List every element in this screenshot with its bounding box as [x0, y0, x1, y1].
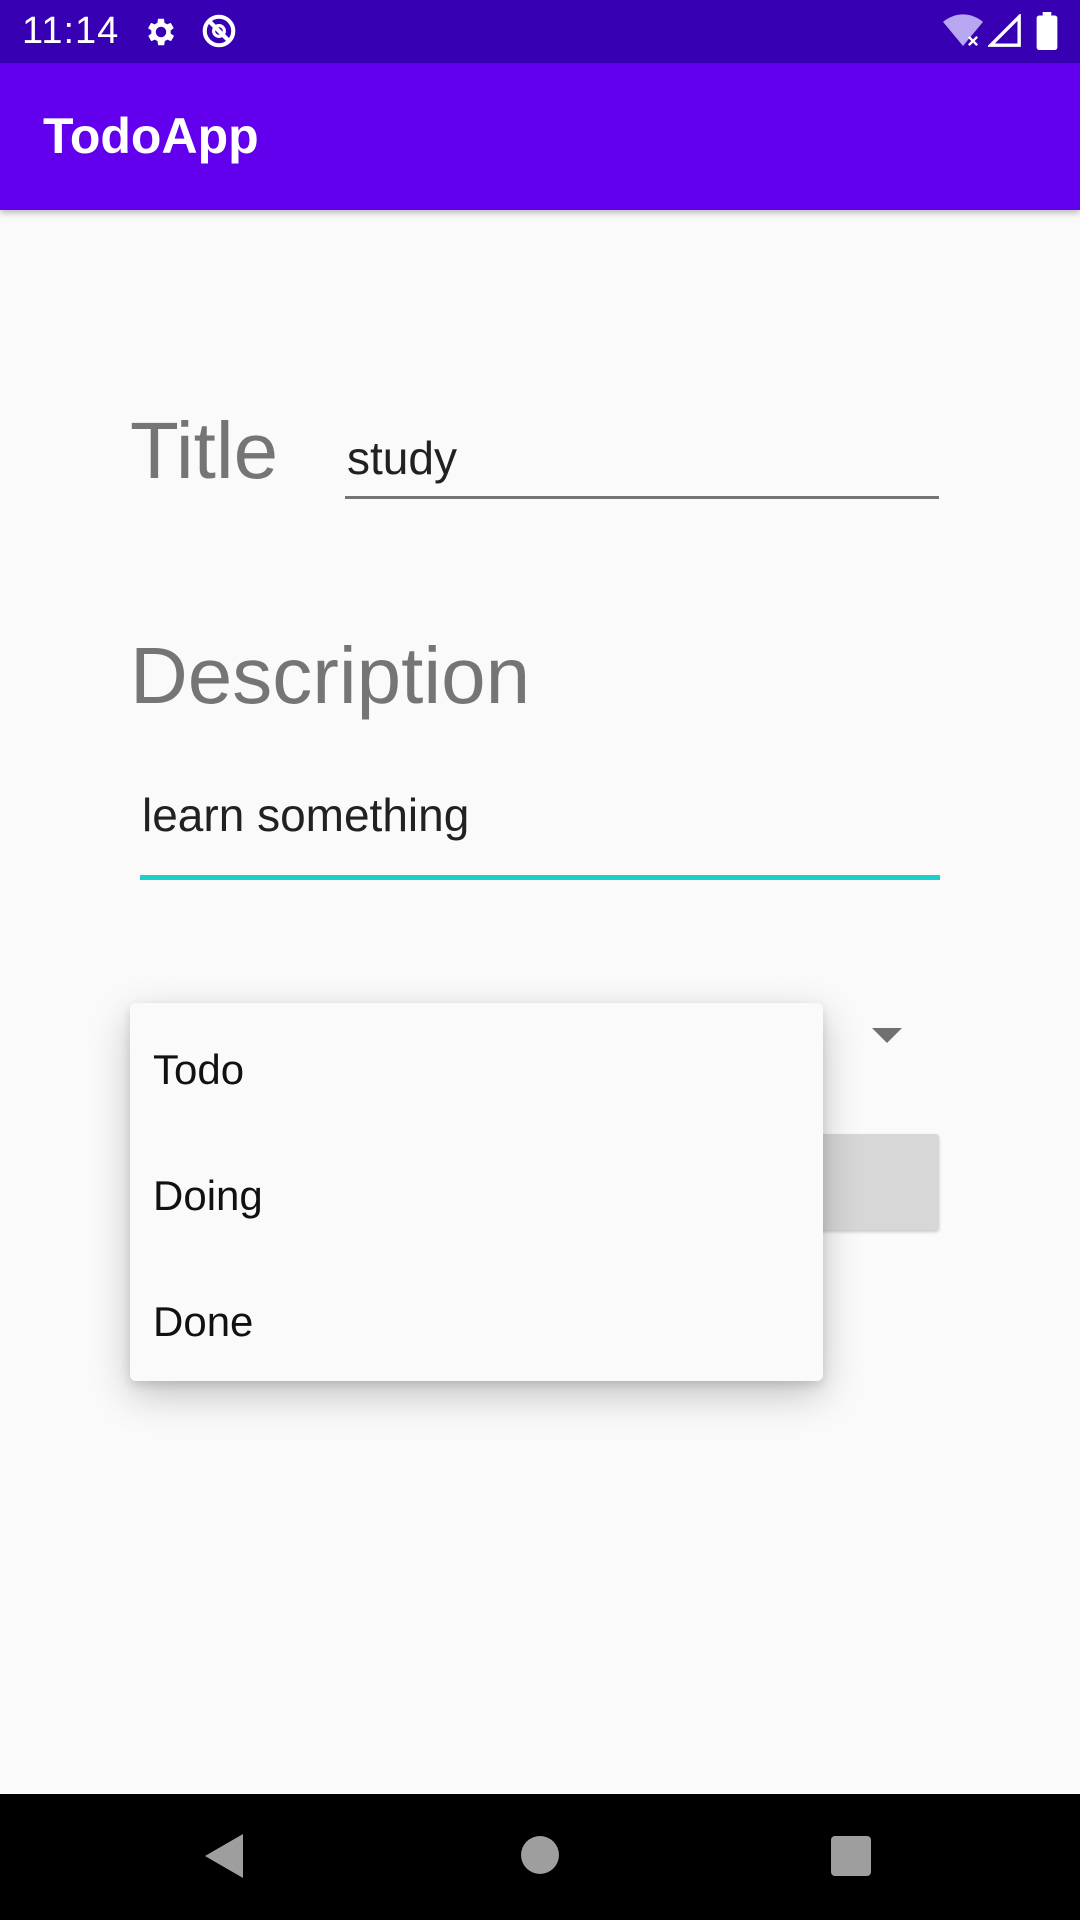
title-label: Title [130, 406, 279, 495]
app-title: TodoApp [43, 108, 259, 164]
screen: 11:14 TodoApp Title Description [0, 0, 1080, 1920]
chevron-down-icon[interactable] [872, 1028, 902, 1043]
navigation-bar [0, 1794, 1080, 1920]
gear-icon [148, 18, 175, 46]
status-bar: 11:14 [0, 0, 1080, 63]
dropdown-option-done[interactable]: Done [130, 1259, 823, 1385]
back-icon[interactable] [205, 1834, 243, 1878]
wifi-icon [943, 14, 983, 47]
app-bar: TodoApp [0, 63, 1080, 210]
battery-icon [1036, 12, 1058, 50]
recents-icon[interactable] [831, 1836, 871, 1876]
description-input[interactable] [140, 770, 940, 880]
title-input[interactable] [345, 425, 939, 499]
signal-icon [988, 14, 1021, 47]
status-dropdown-menu: Todo Doing Done [130, 1003, 823, 1381]
status-time: 11:14 [22, 10, 120, 52]
no-disturb-icon [202, 14, 236, 48]
description-label: Description [130, 631, 531, 720]
dropdown-option-todo[interactable]: Todo [130, 1007, 823, 1133]
home-icon[interactable] [521, 1836, 559, 1874]
dropdown-option-doing[interactable]: Doing [130, 1133, 823, 1259]
